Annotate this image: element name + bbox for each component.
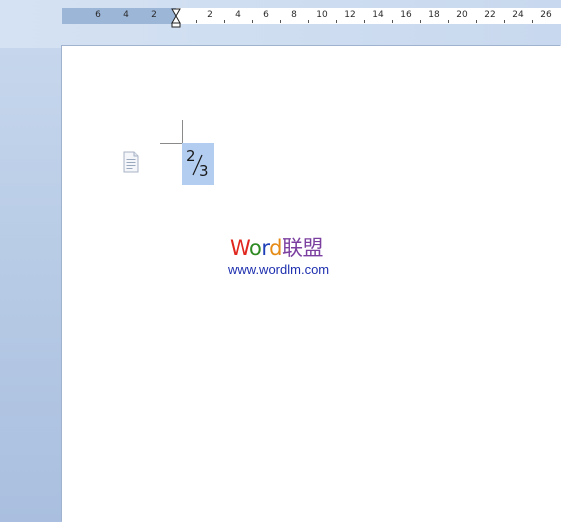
ruler-label: 2 — [151, 10, 157, 20]
ruler-label: 24 — [512, 10, 524, 20]
ruler-tick — [336, 20, 337, 23]
watermark-url: www.wordlm.com — [228, 262, 330, 277]
ruler-label: 4 — [235, 10, 241, 20]
ruler-tick — [196, 20, 197, 23]
watermark-title-part: W — [230, 236, 250, 260]
ruler-label: 18 — [428, 10, 440, 20]
ruler-label: 26 — [540, 10, 552, 20]
word-document-window: 6 4 2 2 4 6 8 10 12 14 16 18 20 22 24 26 2 3 Word联盟 www — [0, 0, 561, 522]
text-boundary-mark-vertical — [182, 120, 183, 143]
ruler-label: 20 — [456, 10, 468, 20]
selected-fraction[interactable]: 2 3 — [182, 143, 214, 185]
fraction-numerator: 2 — [186, 147, 196, 165]
ruler-label: 16 — [400, 10, 412, 20]
ruler-label: 14 — [372, 10, 384, 20]
ruler-label: 10 — [316, 10, 328, 20]
ruler-tick — [224, 20, 225, 23]
ruler-label: 8 — [291, 10, 297, 20]
ruler-label: 4 — [123, 10, 129, 20]
ruler-label: 6 — [263, 10, 269, 20]
ruler-label: 12 — [344, 10, 356, 20]
ruler-tick — [420, 20, 421, 23]
ruler-tick — [476, 20, 477, 23]
ruler-tick — [448, 20, 449, 23]
ruler-tick — [252, 20, 253, 23]
ruler-label: 6 — [95, 10, 101, 20]
hourglass-indent-icon[interactable] — [171, 8, 181, 28]
watermark-title-part: 联盟 — [282, 236, 324, 260]
ruler-label: 2 — [207, 10, 213, 20]
fraction-denominator: 3 — [199, 162, 209, 180]
horizontal-ruler[interactable]: 6 4 2 2 4 6 8 10 12 14 16 18 20 22 24 26 — [62, 8, 561, 28]
ruler-tick — [280, 20, 281, 23]
ruler-label: 22 — [484, 10, 496, 20]
watermark-title-part: d — [269, 236, 283, 260]
ruler-tick — [532, 20, 533, 23]
watermark-title-part: r — [261, 236, 270, 260]
ruler-left-margin — [62, 8, 176, 24]
document-page[interactable]: 2 3 Word联盟 www.wordlm.com — [62, 46, 561, 522]
ruler-tick — [392, 20, 393, 23]
ruler-tick — [364, 20, 365, 23]
ruler-tick — [504, 20, 505, 23]
document-icon — [123, 151, 139, 173]
ruler-tick — [308, 20, 309, 23]
watermark-title: Word联盟 — [230, 236, 324, 260]
watermark-title-part: o — [249, 236, 262, 260]
text-boundary-mark-horizontal — [160, 143, 182, 144]
